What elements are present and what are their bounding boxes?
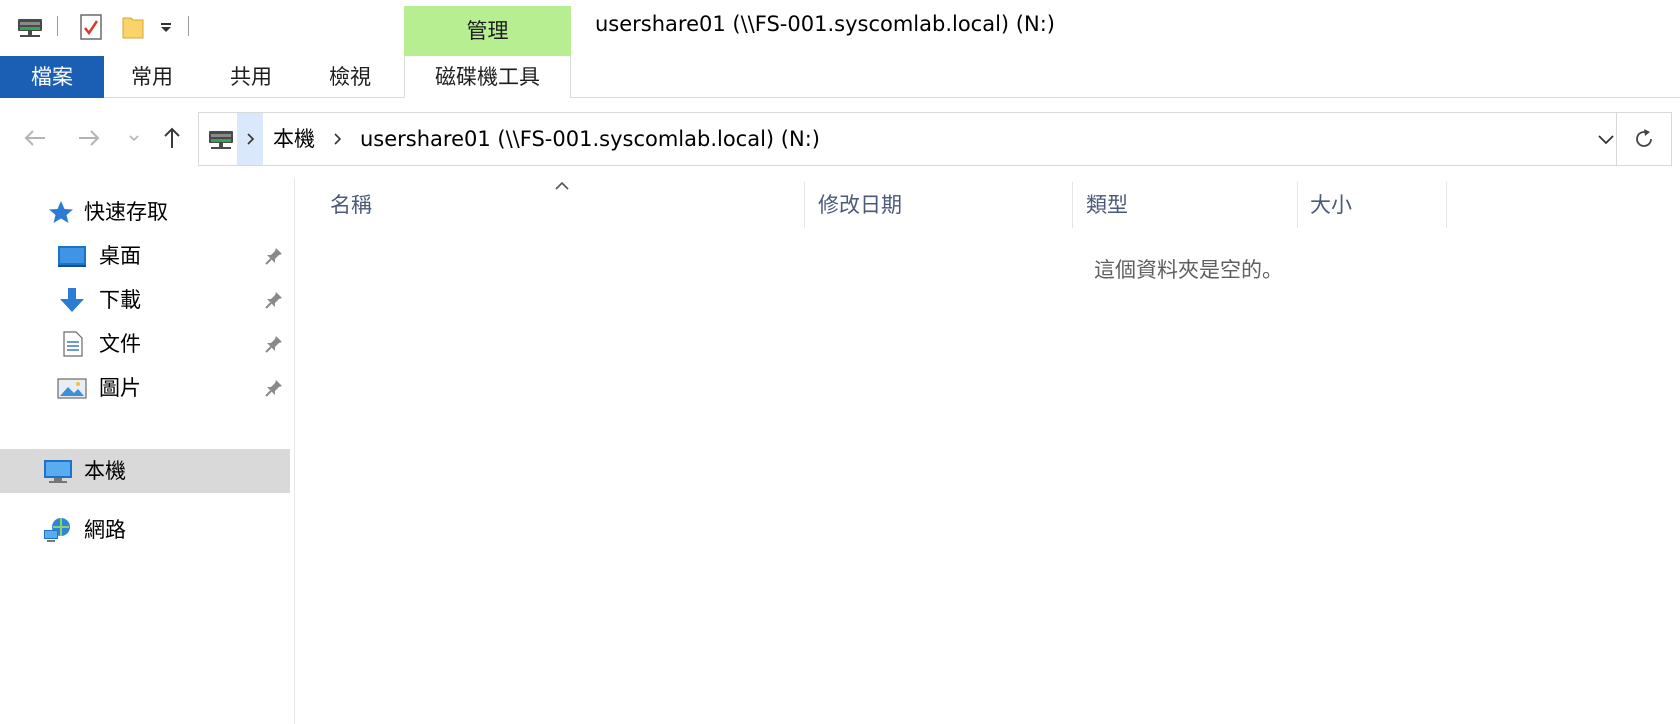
computer-icon [44, 460, 72, 483]
chevron-right-icon [334, 133, 342, 145]
column-header-size[interactable]: 大小 [1310, 182, 1352, 228]
breadcrumb-this-pc[interactable]: 本機 [273, 113, 315, 165]
star-icon [49, 201, 73, 223]
chevron-down-icon [129, 135, 139, 142]
nav-item-documents[interactable]: 文件 [0, 322, 290, 366]
picture-icon [57, 378, 87, 399]
column-divider[interactable] [1297, 182, 1298, 228]
nav-item-desktop[interactable]: 桌面 [0, 234, 290, 278]
desktop-icon [58, 246, 86, 267]
customize-quick-access-icon[interactable] [154, 12, 178, 42]
pin-icon[interactable] [264, 378, 284, 398]
nav-label: 網路 [84, 518, 126, 542]
navigation-pane: 快速存取 桌面 下載 文件 圖片 本機 網路 [0, 178, 295, 724]
properties-icon[interactable] [76, 12, 106, 42]
pin-icon[interactable] [264, 334, 284, 354]
title-bar: 管理 usershare01 (\\FS-001.syscomlab.local… [0, 0, 1680, 56]
pin-icon[interactable] [264, 246, 284, 266]
navigation-bar: 本機 usershare01 (\\FS-001.syscomlab.local… [0, 108, 1680, 168]
download-icon [60, 288, 84, 312]
nav-item-pictures[interactable]: 圖片 [0, 366, 290, 410]
nav-label: 下載 [99, 288, 141, 312]
breadcrumb-chevron[interactable] [327, 113, 347, 165]
chevron-right-icon [247, 133, 255, 145]
document-icon [63, 331, 83, 357]
context-group-label: 管理 [466, 19, 509, 43]
tab-view[interactable]: 檢視 [312, 56, 388, 98]
nav-label: 快速存取 [84, 200, 168, 224]
nav-item-this-pc[interactable]: 本機 [0, 449, 290, 493]
up-button[interactable] [157, 123, 187, 153]
refresh-button[interactable] [1617, 113, 1671, 165]
network-drive-icon[interactable] [14, 12, 46, 42]
file-list-pane: 名稱 修改日期 類型 大小 這個資料夾是空的。 [296, 178, 1680, 724]
arrow-left-icon [24, 130, 45, 146]
tab-share[interactable]: 共用 [213, 56, 289, 98]
address-root-chevron[interactable] [237, 113, 263, 165]
column-header-name[interactable]: 名稱 [330, 182, 372, 228]
sort-ascending-icon[interactable] [552, 178, 572, 192]
nav-label: 本機 [84, 459, 126, 483]
column-divider[interactable] [1446, 182, 1447, 228]
nav-quick-access[interactable]: 快速存取 [0, 190, 290, 234]
breadcrumb-current-drive[interactable]: usershare01 (\\FS-001.syscomlab.local) (… [360, 113, 820, 165]
nav-item-network[interactable]: 網路 [0, 508, 290, 552]
nav-label: 桌面 [99, 244, 141, 268]
refresh-icon [1636, 129, 1652, 147]
network-drive-icon [207, 125, 235, 153]
chevron-down-icon [1598, 135, 1614, 145]
quick-access-separator [57, 16, 58, 36]
quick-access-separator [188, 16, 189, 36]
column-divider[interactable] [1072, 182, 1073, 228]
column-divider[interactable] [804, 182, 805, 228]
arrow-right-icon [79, 130, 100, 146]
network-icon [44, 518, 70, 542]
tab-file[interactable]: 檔案 [0, 56, 104, 98]
tab-home[interactable]: 常用 [114, 56, 190, 98]
window-title: usershare01 (\\FS-001.syscomlab.local) (… [595, 12, 1055, 36]
nav-label: 圖片 [99, 376, 141, 400]
recent-locations-button[interactable] [124, 123, 144, 153]
pin-icon[interactable] [264, 290, 284, 310]
manage-context-group: 管理 [404, 6, 571, 56]
arrow-up-icon [164, 127, 180, 148]
new-folder-icon[interactable] [118, 12, 148, 42]
address-bar[interactable]: 本機 usershare01 (\\FS-001.syscomlab.local… [198, 112, 1672, 166]
column-header-type[interactable]: 類型 [1086, 182, 1128, 228]
column-header-date-modified[interactable]: 修改日期 [818, 182, 902, 228]
tab-drive-tools[interactable]: 磁碟機工具 [404, 56, 571, 98]
nav-label: 文件 [99, 332, 141, 356]
forward-button[interactable] [74, 123, 104, 153]
back-button[interactable] [20, 123, 50, 153]
empty-folder-message: 這個資料夾是空的。 [1094, 258, 1283, 282]
nav-item-downloads[interactable]: 下載 [0, 278, 290, 322]
ribbon-tabs: 檔案 常用 共用 檢視 磁碟機工具 [0, 56, 1680, 98]
